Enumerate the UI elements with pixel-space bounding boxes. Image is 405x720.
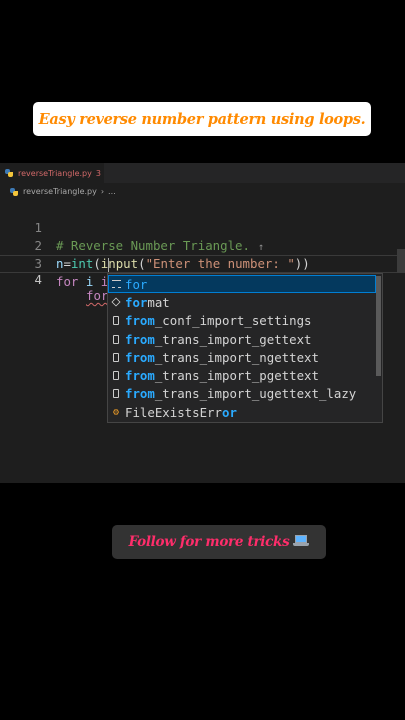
class-icon: ⚙ [112,406,120,418]
suggestion-item[interactable]: for [108,275,376,294]
suggestion-match: for [125,294,148,310]
method-icon [110,296,122,308]
suggestion-match: from [125,386,155,402]
snippet-icon [110,315,122,327]
problems-count-badge: 3 [95,168,101,178]
suggestion-rest: _conf_import_settings [154,313,312,329]
snippet-icon [110,370,122,382]
suggestion-item[interactable]: from _conf_import_settings [108,312,376,330]
suggestion-match: from [125,368,155,384]
suggestion-match: for [125,276,148,292]
typed-text: for [86,288,109,303]
suggestion-match: from [125,331,155,347]
tab-reversetriangle[interactable]: reverseTriangle.py 3 [0,163,104,183]
snippet-icon [110,388,122,400]
code-editor[interactable]: reverseTriangle.py 3 reverseTriangle.py … [0,163,405,483]
tab-filename: reverseTriangle.py [18,168,92,178]
text-cursor [108,258,109,272]
snippet-icon [110,351,122,363]
suggestion-match: or [221,404,237,420]
code-line-3[interactable]: 3 for i in range(n,0,-1): [0,237,405,289]
autocomplete-suggestions[interactable]: for for mat from _conf_import_settings fro… [107,273,383,423]
python-icon [10,187,18,196]
laptop-icon [293,535,310,547]
suggestion-item[interactable]: for mat [108,293,376,311]
suggestions-scrollbar[interactable] [376,276,381,376]
bottom-caption-label: Follow for more tricks [128,534,290,550]
code-line-4-current[interactable]: 4 for [0,255,405,303]
suggestion-prefix: FileExistsErr [125,404,222,420]
suggestion-match: from [125,313,155,329]
suggestion-item[interactable]: from _trans_import_ngettext [108,348,376,366]
suggestion-rest: _trans_import_ugettext_lazy [154,386,357,402]
code-line-2[interactable]: 2 n=int(input("Enter the number: ")) [0,219,405,271]
suggestion-item[interactable]: from _trans_import_gettext [108,330,376,348]
suggestion-item[interactable]: from _trans_import_pgettext [108,367,376,385]
breadcrumb: reverseTriangle.py › ... [0,183,405,200]
suggestion-rest: _trans_import_pgettext [154,368,319,384]
minimap-slider[interactable] [397,249,405,273]
token-i: i [78,274,101,289]
token-for: for [56,274,79,289]
suggestion-match: from [125,349,155,365]
breadcrumb-separator: › [100,187,105,196]
suggestion-rest: _trans_import_gettext [154,331,312,347]
suggestion-rest: mat [147,294,170,310]
suggestion-item[interactable]: from _trans_import_ugettext_lazy [108,385,376,403]
keyword-icon [110,278,122,290]
breadcrumb-more[interactable]: ... [108,187,116,196]
breadcrumb-file[interactable]: reverseTriangle.py [23,187,97,196]
suggestion-item[interactable]: ⚙ FileExistsErr or [108,403,376,421]
top-caption-banner: Easy reverse number pattern using loops. [33,102,371,136]
line-number: 4 [34,272,42,287]
bottom-caption-banner: Follow for more tricks [112,525,326,559]
suggestion-rest: _trans_import_ngettext [154,349,319,365]
snippet-icon [110,333,122,345]
bottom-caption-text: Follow for more tricks [129,534,310,550]
tab-bar: reverseTriangle.py 3 [0,163,405,183]
code-line-1[interactable]: 1 # Reverse Number Triangle. ↑ [0,201,405,253]
python-icon [5,169,13,177]
top-caption-text: Easy reverse number pattern using loops. [38,110,366,128]
